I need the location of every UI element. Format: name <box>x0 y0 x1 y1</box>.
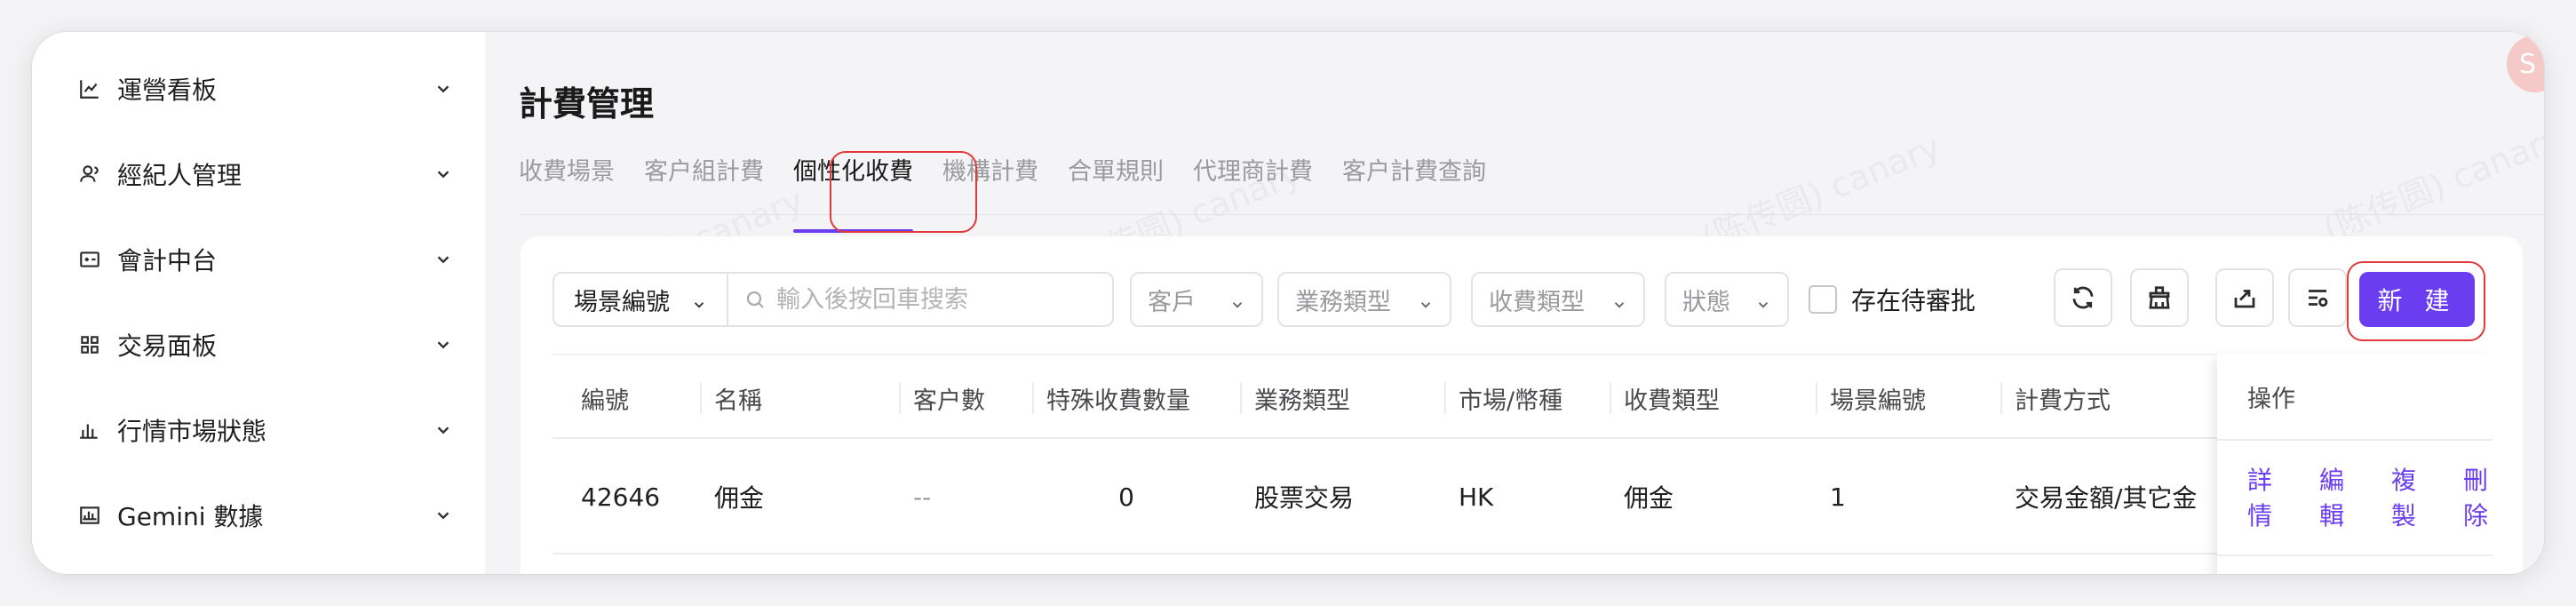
search-input[interactable] <box>776 285 1096 314</box>
cell-fee-type: 佣金 <box>1624 483 1674 513</box>
column-header-fee-type: 收費類型 <box>1610 355 1720 441</box>
sidebar-item-label: 交易面板 <box>117 331 218 361</box>
chevron-down-icon <box>433 420 453 440</box>
details-link[interactable]: 詳情 <box>2247 461 2286 532</box>
export-button[interactable] <box>2215 268 2274 327</box>
user-icon <box>75 159 105 189</box>
column-header-customer-count: 客户數 <box>899 355 985 441</box>
column-header-special-fee-count: 特殊收費數量 <box>1032 355 1190 441</box>
cell-special-fee-count: 0 <box>1118 482 1134 512</box>
table-header: 編號 名稱 客户數 特殊收費數量 業務類型 市場/幣種 收費類型 場景編號 計費… <box>553 354 2478 439</box>
refresh-icon <box>2072 286 2094 309</box>
cell-name: 佣金 <box>714 483 765 513</box>
sidebar-item-gemini-data[interactable]: Gemini 數據 <box>75 489 453 542</box>
cell-id: 42646 <box>581 482 661 512</box>
search-group: 場景編號 <box>553 272 1114 327</box>
new-button[interactable]: 新 建 <box>2359 272 2475 327</box>
chevron-down-icon <box>1611 291 1627 308</box>
row-actions: 詳情 編輯 複製 刪除 <box>2247 439 2501 554</box>
tab-agent-billing[interactable]: 代理商計費 <box>1193 155 1313 214</box>
cell-billing-method: 交易金額/其它金 <box>2015 483 2198 513</box>
column-header-name: 名稱 <box>700 355 762 441</box>
app-window: 運營看板 經紀人管理 會計中台 交易面板 行情市場狀態 Gemini 數據 (陈… <box>32 32 2544 574</box>
tab-customer-billing-query[interactable]: 客户計費查詢 <box>1342 155 1486 214</box>
column-header-id: 編號 <box>581 387 629 415</box>
business-type-select-label: 業務類型 <box>1295 288 1391 316</box>
page-title: 計費管理 <box>519 84 655 124</box>
sidebar-item-label: Gemini 數據 <box>117 502 264 531</box>
pending-approval-label: 存在待審批 <box>1851 286 1976 315</box>
sidebar-item-accounting-center[interactable]: 會計中台 <box>75 233 453 286</box>
customer-select[interactable]: 客戶 <box>1130 272 1263 327</box>
ledger-icon <box>75 244 105 275</box>
edit-link[interactable]: 編輯 <box>2319 461 2357 532</box>
sidebar-item-operations-dashboard[interactable]: 運營看板 <box>75 62 453 116</box>
refresh-button[interactable] <box>2054 268 2112 327</box>
broom-icon <box>2149 286 2170 309</box>
content-panel: 場景編號 客戶 業務類型 收費類型 狀態 <box>521 236 2523 574</box>
sidebar-item-label: 運營看板 <box>117 76 218 105</box>
pending-approval-checkbox[interactable]: 存在待審批 <box>1809 272 1976 327</box>
scene-number-select-label: 場景編號 <box>574 288 670 316</box>
sidebar-item-market-status[interactable]: 行情市場狀態 <box>75 403 453 457</box>
operations-column: 操作 詳情 編輯 複製 刪除 <box>2217 354 2501 574</box>
checkbox-box <box>1809 285 1837 314</box>
tab-merge-rules[interactable]: 合單規則 <box>1068 155 1164 214</box>
chevron-down-icon <box>433 79 453 99</box>
customer-select-label: 客戶 <box>1148 288 1196 316</box>
status-select-label: 狀態 <box>1682 288 1730 316</box>
main-content: (陈传圆) canary (陈传圆) canary (陈传圆) canary (… <box>485 32 2544 574</box>
sidebar-item-label: 行情市場狀態 <box>117 417 267 446</box>
chevron-down-icon <box>1418 291 1434 308</box>
fee-type-select-label: 收費類型 <box>1489 288 1585 316</box>
tab-personalized-fee[interactable]: 個性化收費 <box>793 155 913 233</box>
table-row: 42646 佣金 -- 0 股票交易 HK 佣金 1 交易金額/其它金 <box>553 439 2478 554</box>
line-chart-icon <box>75 74 105 104</box>
copy-link[interactable]: 複製 <box>2391 461 2429 532</box>
sidebar-item-broker-management[interactable]: 經紀人管理 <box>75 148 453 201</box>
grid-icon <box>75 330 105 360</box>
chevron-down-icon <box>433 164 453 184</box>
search-icon <box>746 291 764 308</box>
export-icon <box>2234 290 2255 308</box>
scene-number-select[interactable]: 場景編號 <box>554 274 728 325</box>
tab-institution-billing[interactable]: 機構計費 <box>942 155 1038 214</box>
bar-chart-icon <box>75 415 105 445</box>
tab-fee-scene[interactable]: 收費場景 <box>519 155 615 214</box>
delete-link[interactable]: 刪除 <box>2463 461 2501 532</box>
cell-scene-number: 1 <box>1830 482 1846 512</box>
cell-customer-count: -- <box>913 482 932 512</box>
chevron-down-icon <box>433 250 453 269</box>
column-header-scene-number: 場景編號 <box>1816 355 1926 441</box>
business-type-select[interactable]: 業務類型 <box>1277 272 1451 327</box>
sidebar-item-label: 經紀人管理 <box>117 161 242 190</box>
column-settings-icon <box>2309 290 2328 307</box>
chevron-down-icon <box>433 506 453 525</box>
fee-type-select[interactable]: 收費類型 <box>1471 272 1645 327</box>
column-header-billing-method: 計費方式 <box>2000 355 2111 441</box>
sidebar: 運營看板 經紀人管理 會計中台 交易面板 行情市場狀態 Gemini 數據 <box>32 32 485 574</box>
tab-bar: 收費場景 客户組計費 個性化收費 機構計費 合單規則 代理商計費 客户計費查詢 <box>519 155 2544 233</box>
cell-business-type: 股票交易 <box>1254 483 1355 513</box>
search-field <box>728 274 1112 325</box>
status-select[interactable]: 狀態 <box>1665 272 1789 327</box>
clear-button[interactable] <box>2130 268 2189 327</box>
avatar[interactable]: S <box>2507 36 2544 92</box>
chevron-down-icon <box>433 335 453 355</box>
chevron-down-icon <box>1229 291 1245 308</box>
cell-market-currency: HK <box>1459 482 1494 512</box>
column-header-business-type: 業務類型 <box>1240 355 1350 441</box>
column-header-actions: 操作 <box>2247 385 2295 413</box>
sidebar-item-label: 會計中台 <box>117 246 218 275</box>
tab-customer-group-billing[interactable]: 客户組計費 <box>644 155 764 214</box>
sidebar-item-trading-panel[interactable]: 交易面板 <box>75 318 453 371</box>
data-chart-icon <box>75 500 105 530</box>
column-header-market-currency: 市場/幣種 <box>1444 355 1562 441</box>
chevron-down-icon <box>691 291 707 308</box>
column-settings-button[interactable] <box>2288 268 2347 327</box>
chevron-down-icon <box>1755 291 1771 308</box>
